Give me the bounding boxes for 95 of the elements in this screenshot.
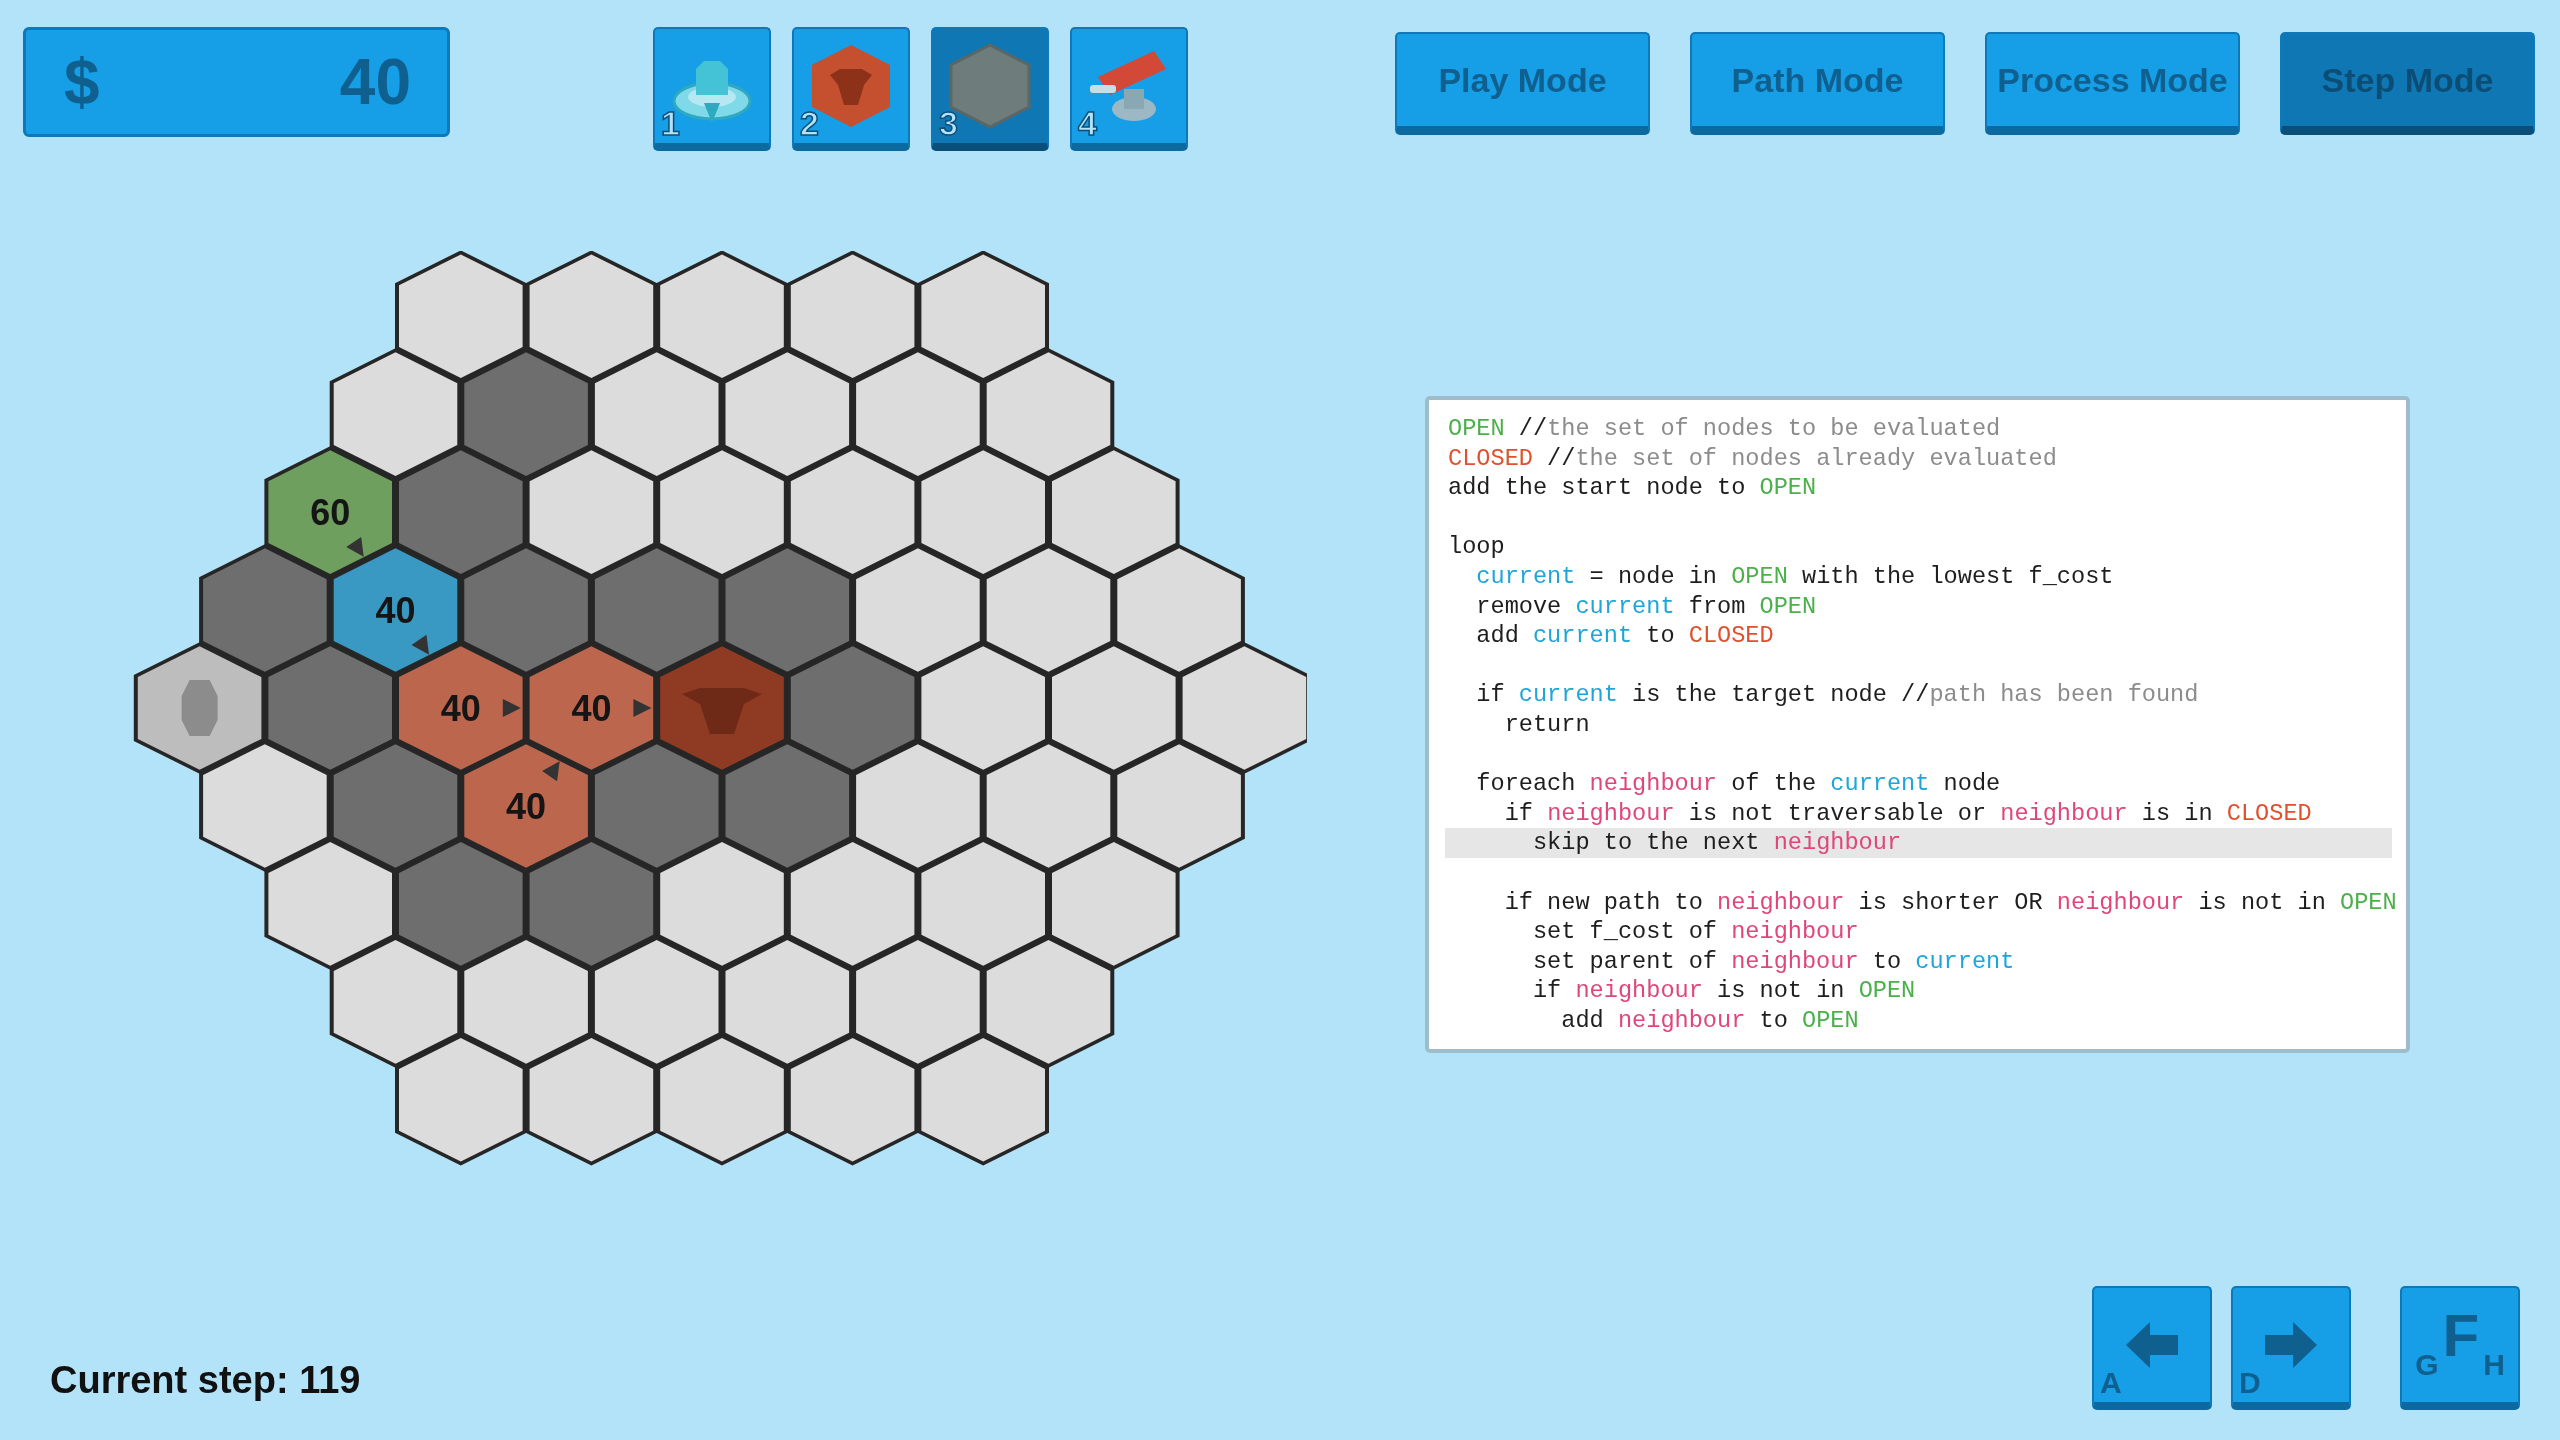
code-line: foreach neighbour of the current node — [1475, 769, 2002, 799]
hex-cell[interactable] — [790, 254, 915, 378]
hex-cell[interactable] — [921, 646, 1045, 770]
hex-cell[interactable] — [660, 842, 784, 966]
current-step-text: Current step: 119 — [50, 1359, 361, 1402]
code-line: set parent of neighbour to current — [1531, 946, 2016, 977]
right-arrow-icon — [2263, 1320, 2319, 1370]
hex-cell[interactable] — [529, 450, 654, 574]
hex-cell[interactable] — [725, 548, 850, 672]
hex-cell[interactable] — [921, 1038, 1045, 1162]
cost-label: 40 — [375, 590, 416, 632]
code-line: set f_cost of neighbour — [1531, 917, 1860, 947]
hex-cell[interactable] — [529, 646, 654, 770]
step-forward-button[interactable]: D — [2231, 1286, 2351, 1410]
hex-cell[interactable] — [529, 842, 654, 966]
hex-cell[interactable] — [790, 1038, 915, 1162]
tool-button[interactable]: 3 — [931, 27, 1049, 151]
hex-cell[interactable] — [1052, 646, 1176, 770]
hex-cell[interactable] — [333, 940, 458, 1064]
code-line: loop — [1447, 532, 1506, 562]
left-arrow-icon — [2124, 1320, 2180, 1370]
hex-cell[interactable] — [268, 646, 392, 770]
hex-cell[interactable] — [921, 842, 1045, 966]
hex-cell[interactable] — [660, 450, 784, 574]
hex-cell[interactable] — [790, 646, 915, 770]
hex-cell[interactable] — [399, 450, 523, 574]
cost-label: 40 — [506, 785, 547, 827]
mode-button[interactable]: Step Mode — [2280, 32, 2535, 135]
mode-button[interactable]: Process Mode — [1985, 32, 2240, 135]
hex-cell[interactable] — [660, 254, 784, 378]
hex-cell[interactable] — [333, 548, 458, 672]
code-line: add current to CLOSED — [1475, 621, 1775, 651]
hex-cell[interactable] — [856, 940, 980, 1064]
hex-cell[interactable] — [856, 548, 980, 672]
hex-cell[interactable] — [594, 548, 719, 672]
hex-cell[interactable] — [986, 352, 1111, 476]
mode-button[interactable]: Play Mode — [1395, 32, 1650, 135]
hex-cell[interactable] — [268, 842, 392, 966]
tool-button[interactable]: 1 — [653, 27, 771, 151]
hex-cell[interactable] — [333, 352, 458, 476]
hex-cell[interactable] — [725, 352, 850, 476]
cost-label: 40 — [571, 688, 612, 729]
mode-button[interactable]: Path Mode — [1690, 32, 1945, 135]
hex-cell[interactable] — [464, 352, 588, 476]
hex-cell[interactable] — [790, 842, 915, 966]
hex-cell[interactable] — [203, 548, 327, 672]
hex-cell[interactable] — [203, 744, 327, 868]
hex-cell[interactable] — [856, 352, 980, 476]
hex-cell[interactable] — [268, 450, 392, 574]
hex-cell[interactable] — [594, 744, 719, 868]
hex-cell[interactable] — [856, 744, 980, 868]
cost-label: 60 — [310, 492, 351, 534]
hex-cell[interactable] — [986, 548, 1111, 672]
code-line: current = node in OPEN with the lowest f_cost — [1475, 561, 2115, 592]
tool-button[interactable]: 4 — [1070, 27, 1188, 151]
code-line: CLOSED //the set of nodes already evaluated — [1447, 443, 2058, 474]
code-line: OPEN //the set of nodes to be evaluated — [1447, 414, 2002, 444]
money-amount: 40 — [339, 45, 411, 119]
code-line: add the start node to OPEN — [1447, 473, 1818, 503]
code-line: if current is the target node //path has been found — [1475, 680, 2200, 710]
hex-cell[interactable] — [399, 646, 523, 770]
code-line: remove current from OPEN — [1475, 591, 1818, 622]
code-line: if neighbour is not traversable or neighbour is in CLOSED — [1503, 798, 2313, 829]
hex-cell[interactable] — [1117, 744, 1241, 868]
hex-cell[interactable] — [399, 254, 523, 378]
hex-cell[interactable] — [725, 744, 850, 868]
tool-button[interactable]: 2 — [792, 27, 910, 151]
hex-cell[interactable] — [594, 352, 719, 476]
hex-cell[interactable] — [464, 744, 588, 868]
hex-cell[interactable] — [986, 744, 1111, 868]
hex-cell[interactable] — [1052, 450, 1176, 574]
crystal-icon — [181, 680, 218, 736]
hex-cell[interactable] — [464, 940, 588, 1064]
code-line: if neighbour is not in OPEN — [1531, 976, 1917, 1006]
hex-cell[interactable] — [399, 842, 523, 966]
hex-cell[interactable] — [399, 1038, 523, 1162]
hex-cell[interactable] — [986, 940, 1111, 1064]
hex-cell[interactable] — [594, 940, 719, 1064]
hex-cell[interactable] — [1052, 842, 1176, 966]
cost-label: 40 — [440, 688, 481, 729]
hex-cell[interactable] — [921, 450, 1045, 574]
hex-cell[interactable] — [464, 548, 588, 672]
hex-cell[interactable] — [790, 450, 915, 574]
hex-cell[interactable] — [1182, 646, 1307, 770]
currency-symbol: $ — [64, 45, 100, 119]
code-line: return — [1503, 709, 1591, 740]
hex-cell[interactable] — [725, 940, 850, 1064]
hex-cell[interactable] — [529, 1038, 654, 1162]
hex-cell[interactable] — [333, 744, 458, 868]
step-back-button[interactable]: A — [2092, 1286, 2212, 1410]
hex-cell[interactable] — [529, 254, 654, 378]
hex-cell[interactable] — [921, 254, 1045, 378]
code-line: add neighbour to OPEN — [1560, 1005, 1860, 1036]
hex-cell[interactable] — [660, 1038, 784, 1162]
hex-cell[interactable] — [1117, 548, 1241, 672]
